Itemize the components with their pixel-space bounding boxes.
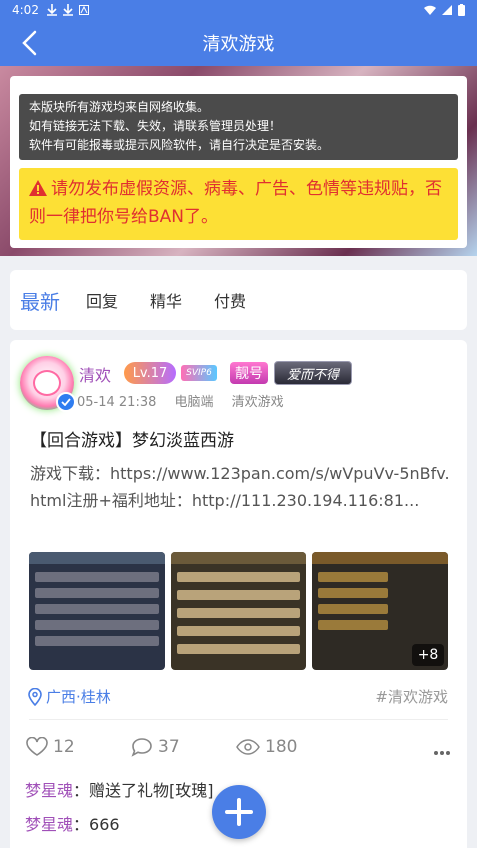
back-button[interactable] (14, 28, 44, 58)
post-title[interactable]: 【回合游戏】梦幻淡蓝西游 (30, 426, 234, 451)
comment-button[interactable]: 37 (131, 737, 180, 757)
comment-bubble-icon (131, 738, 152, 757)
comment-separator: ： (73, 781, 90, 800)
like-button[interactable]: 12 (26, 737, 75, 757)
heart-icon (26, 737, 48, 756)
back-arrow-icon (22, 30, 37, 56)
post-image[interactable] (29, 552, 165, 670)
post-board: 清欢游戏 (231, 395, 284, 410)
more-options-button[interactable] (433, 741, 451, 760)
title-badge: 爱而不得 (274, 361, 352, 385)
like-count: 12 (53, 737, 75, 757)
battery-icon (458, 4, 465, 16)
warning-notice: 请勿发布虚假资源、病毒、广告、色情等违规贴，否则一律把你号给BAN了。 (19, 168, 458, 240)
comment-user[interactable]: 梦星魂 (25, 781, 73, 800)
notice-line: 如有链接无法下载、失效，请联系管理员处理！ (29, 119, 282, 133)
new-post-button[interactable] (212, 785, 266, 839)
wifi-icon (424, 5, 436, 15)
post-image[interactable]: +8 (312, 552, 449, 670)
warning-text: 请勿发布虚假资源、病毒、广告、色情等违规贴，否则一律把你号给BAN了。 (29, 179, 442, 227)
tab-featured[interactable]: 精华 (150, 288, 182, 312)
notification-icons (46, 4, 89, 16)
comment-text: 赠送了礼物[玫瑰] (89, 781, 214, 800)
location-text: 广西·桂林 (46, 688, 111, 706)
level-badge: Lv.17 (124, 362, 176, 384)
post-image[interactable] (170, 552, 307, 670)
views-indicator: 180 (236, 737, 297, 757)
comment-item[interactable]: 梦星魂：666 (25, 811, 120, 835)
post-body[interactable]: 游戏下载：https://www.123pan.com/s/wVpuVv-5nB… (30, 460, 450, 514)
comment-user[interactable]: 梦星魂 (25, 815, 73, 834)
warning-icon (29, 180, 47, 196)
image-gallery: +8 (29, 552, 449, 670)
download-icon (46, 4, 57, 16)
verified-icon (56, 392, 76, 412)
notice-line: 软件有可能报毒或提示风险软件，请自行决定是否安装。 (29, 138, 330, 152)
topic-tag[interactable]: #清欢游戏 (375, 686, 448, 707)
comment-count: 37 (158, 737, 180, 757)
tab-bar: 最新 回复 精华 付费 (10, 270, 467, 330)
premium-number-badge: 靓号 (230, 362, 268, 384)
signal-icon (442, 5, 452, 15)
plus-icon (225, 798, 253, 826)
comment-text: 666 (89, 815, 120, 834)
download-icon (62, 4, 73, 16)
comment-separator: ： (73, 815, 90, 834)
board-notice: 本版块所有游戏均来自网络收集。 如有链接无法下载、失效，请联系管理员处理！ 软件… (19, 94, 458, 160)
location-tag[interactable]: 广西·桂林 (28, 686, 111, 707)
divider (29, 719, 448, 720)
more-images-count: +8 (412, 644, 445, 666)
avatar[interactable] (20, 356, 76, 412)
avatar-face (33, 370, 61, 396)
post-meta: 05-14 21:38 电脑端 清欢游戏 (77, 391, 298, 410)
status-time: 4:02 (12, 3, 39, 17)
location-pin-icon (28, 687, 42, 706)
view-count: 180 (265, 737, 298, 757)
vip-badge: SVIP6 (181, 365, 217, 381)
post-date: 05-14 21:38 (77, 395, 157, 410)
tab-latest[interactable]: 最新 (20, 286, 60, 315)
post-actions: 12 37 180 (26, 737, 451, 761)
comment-item[interactable]: 梦星魂：赠送了礼物[玫瑰] (25, 777, 214, 801)
post-card[interactable]: 清欢 Lv.17 SVIP6 靓号 爱而不得 05-14 21:38 电脑端 清… (10, 340, 467, 848)
page-title: 清欢游戏 (202, 34, 275, 55)
post-device: 电脑端 (174, 395, 214, 410)
more-dots-icon (434, 751, 450, 755)
author-name[interactable]: 清欢 (79, 362, 111, 386)
tab-replies[interactable]: 回复 (86, 288, 118, 312)
status-bar: 4:02 (0, 0, 477, 20)
app-bar: 清欢游戏 (0, 20, 477, 66)
app-notification-icon (78, 5, 89, 15)
tab-paid[interactable]: 付费 (214, 288, 246, 312)
eye-icon (236, 739, 260, 755)
notice-line: 本版块所有游戏均来自网络收集。 (29, 100, 210, 114)
